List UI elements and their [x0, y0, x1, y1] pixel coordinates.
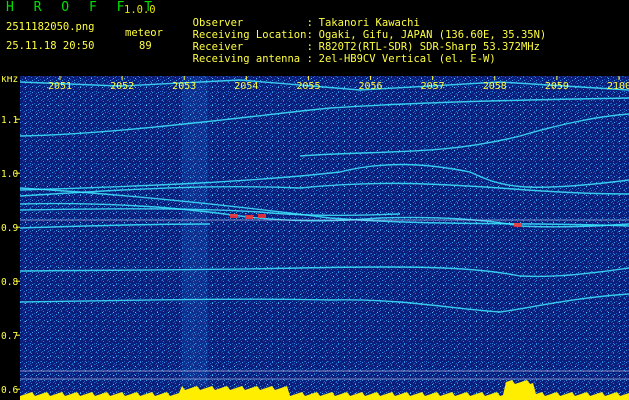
- meteor-echo: [230, 214, 238, 218]
- y-axis: kHz 1.1 1.0 0.9 0.8 0.7 0.6: [1, 76, 20, 396]
- x-tick-label: 2051: [48, 81, 72, 92]
- x-tick-label: 2059: [545, 81, 569, 92]
- spectrogram-chart: kHz 1.1 1.0 0.9 0.8 0.7 0.6 2051 2052 2053 2054 20…: [1, 76, 629, 400]
- info-label: Receiving antenna: [192, 53, 301, 65]
- y-unit-label: kHz: [1, 76, 18, 85]
- meteor-echo: [258, 214, 266, 218]
- info-colon: :: [306, 53, 313, 65]
- x-tick-label: 2055: [296, 81, 320, 92]
- y-tick-label: 1.0: [1, 169, 18, 180]
- meteor-echo: [245, 215, 253, 219]
- info-value: 2el-HB9CV Vertical (el. E-W): [318, 53, 496, 65]
- x-tick-label: 2100: [607, 81, 629, 92]
- plot-noise-overlay: [20, 76, 629, 400]
- meteor-echo: [514, 223, 522, 227]
- y-tick-label: 0.6: [1, 385, 18, 396]
- y-tick-label: 0.8: [1, 277, 18, 288]
- mode-label: meteor: [125, 27, 163, 39]
- app-version: 1.0.0: [124, 4, 156, 16]
- x-tick-label: 2052: [110, 81, 134, 92]
- x-tick-label: 2057: [421, 81, 445, 92]
- x-tick-label: 2054: [234, 81, 258, 92]
- y-tick-label: 1.1: [1, 115, 18, 126]
- y-tick-label: 0.9: [1, 223, 18, 234]
- x-tick-label: 2056: [359, 81, 383, 92]
- x-tick-label: 2058: [483, 81, 507, 92]
- info-antenna: Receiving antenna:2el-HB9CV Vertical (el…: [180, 41, 496, 65]
- y-tick-label: 0.7: [1, 331, 18, 342]
- x-tick-label: 2053: [172, 81, 196, 92]
- date-time: 25.11.18 20:50: [6, 40, 95, 52]
- file-name: 2511182050.png: [6, 21, 95, 33]
- meteor-count: 89: [139, 40, 152, 52]
